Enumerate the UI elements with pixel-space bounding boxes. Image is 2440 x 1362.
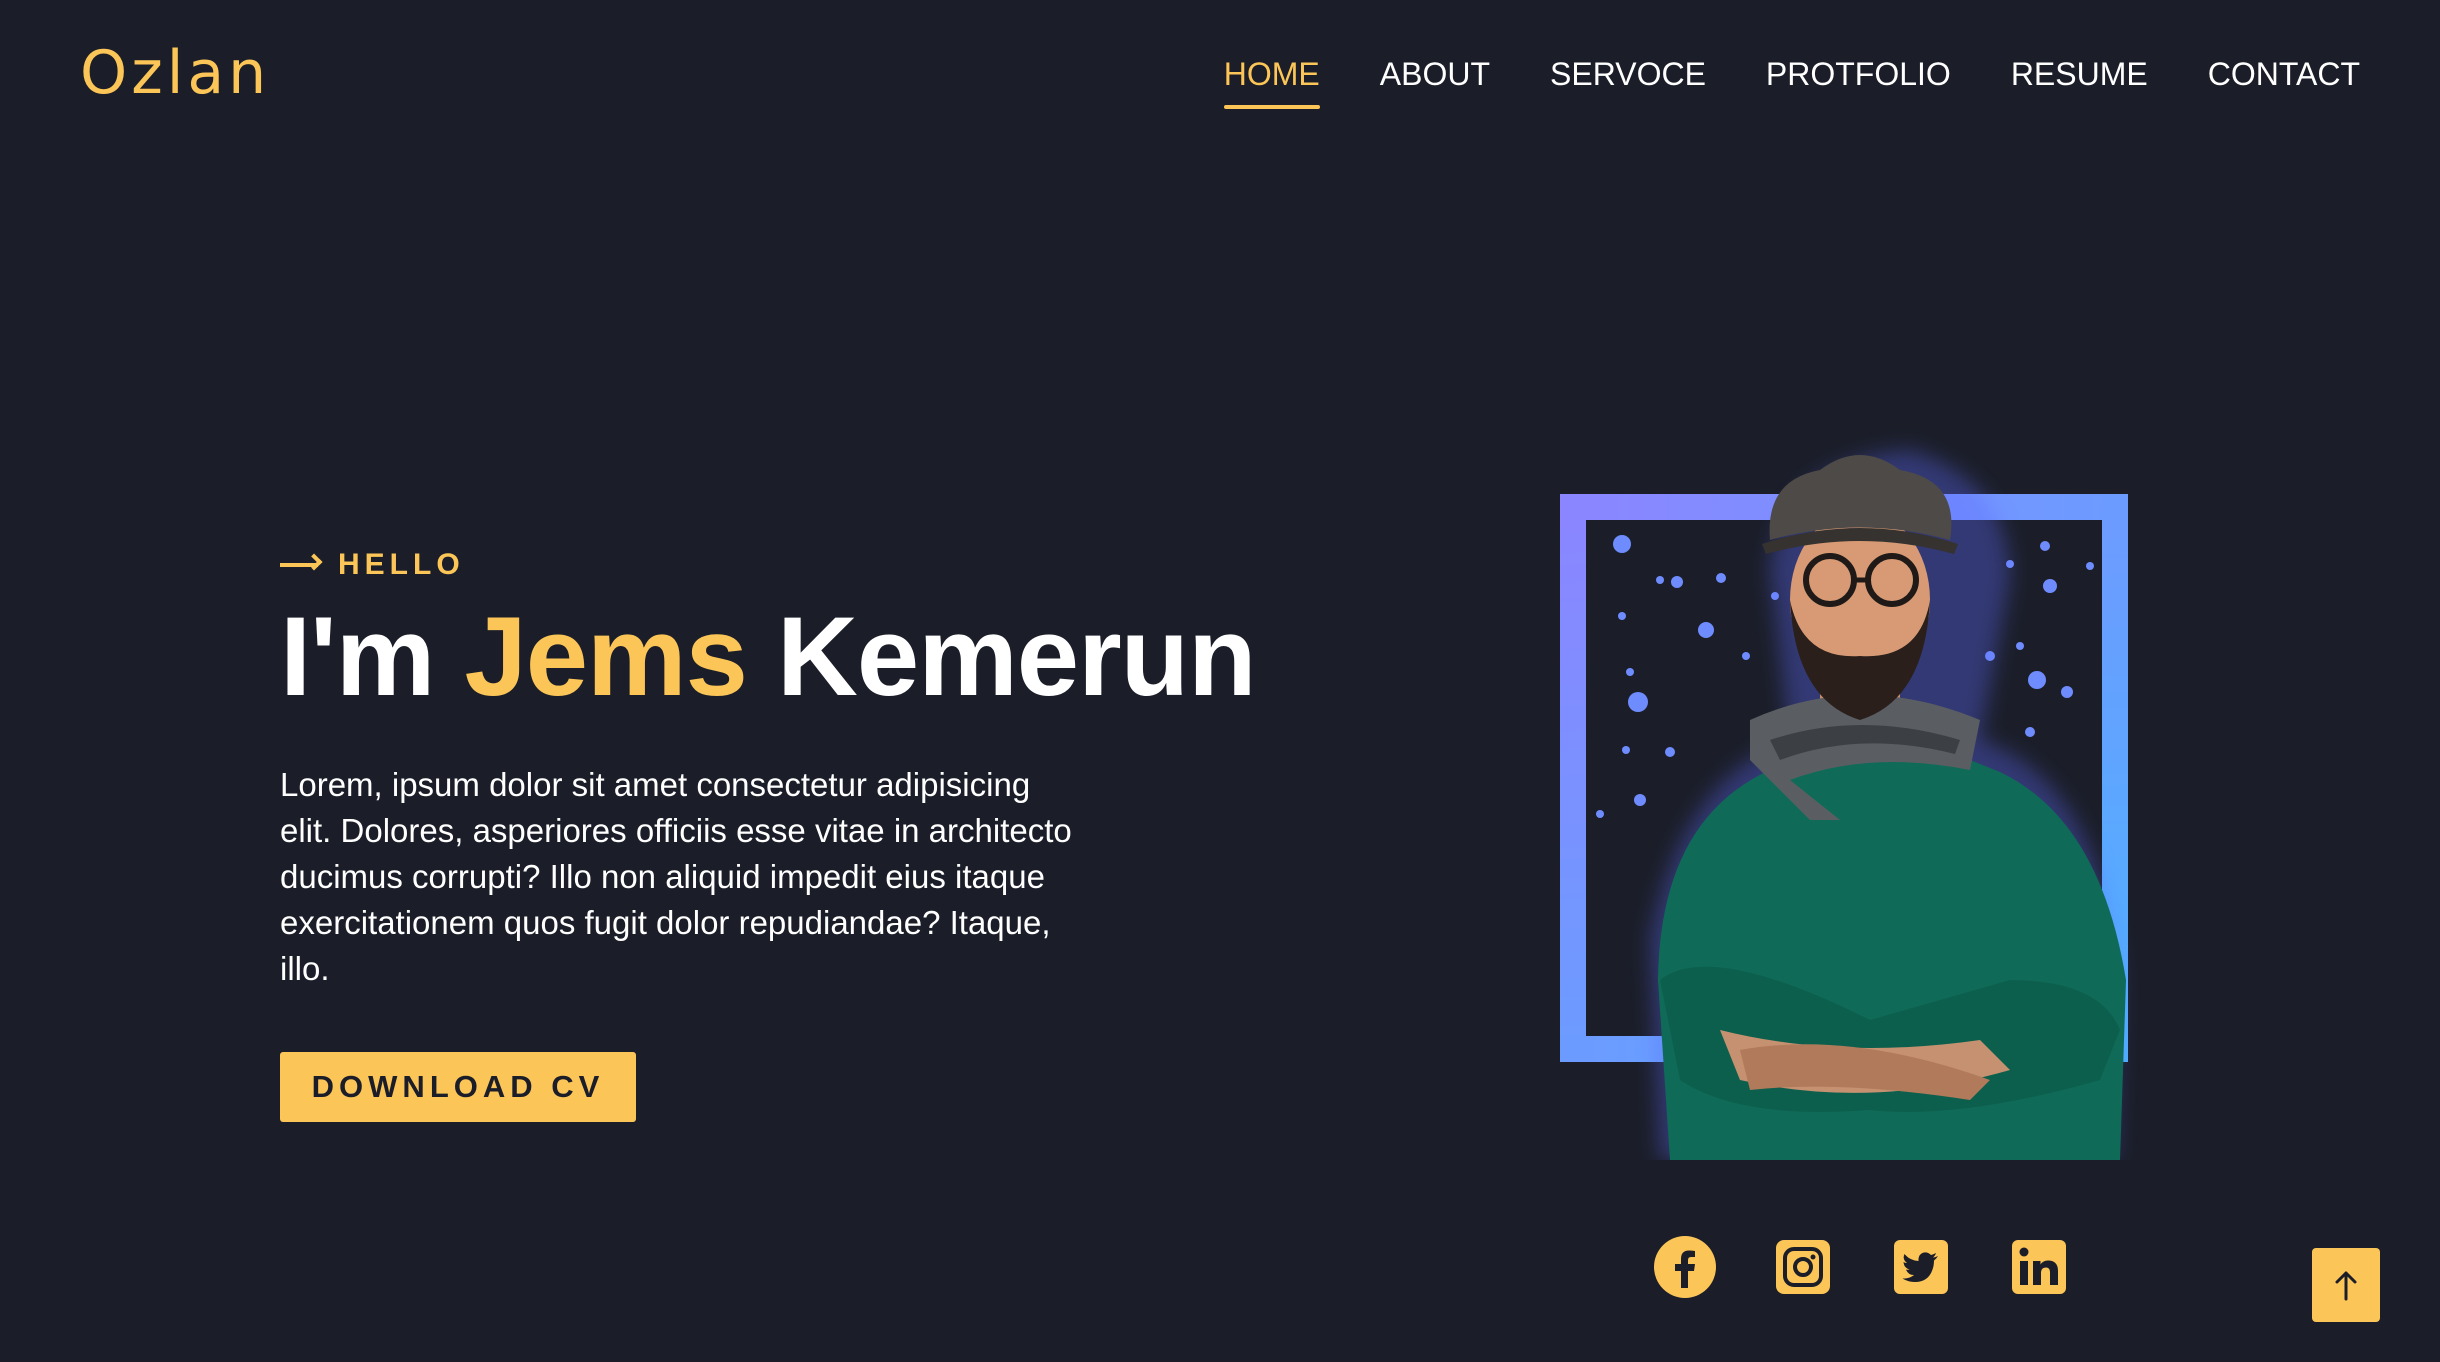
nav-contact[interactable]: CONTACT: [2208, 56, 2360, 109]
arrow-up-icon: [2335, 1271, 2357, 1301]
hero-bio: Lorem, ipsum dolor sit amet consectetur …: [280, 765, 1072, 987]
nav-home[interactable]: HOME: [1223, 56, 1320, 109]
greeting: HELLO: [280, 548, 1280, 582]
nav-portfolio[interactable]: PROTFOLIO: [1766, 56, 1951, 109]
profile-portrait: [1540, 420, 2180, 1160]
greeting-text: HELLO: [338, 548, 465, 581]
name-first: Jems: [464, 594, 747, 719]
hero-section: HELLO I'm Jems Kemerun Lorem, ipsum dolo…: [280, 548, 1280, 1025]
social-links: [1654, 1236, 2070, 1298]
back-to-top-button[interactable]: [2312, 1248, 2380, 1322]
name-last: Kemerun: [746, 594, 1256, 719]
linkedin-icon[interactable]: [2008, 1236, 2070, 1298]
facebook-icon[interactable]: [1654, 1236, 1716, 1298]
download-cv-button[interactable]: DOWNLOAD CV: [280, 1052, 636, 1122]
twitter-icon[interactable]: [1890, 1236, 1952, 1298]
instagram-icon[interactable]: [1772, 1236, 1834, 1298]
portfolio-page: Ozlan HOME ABOUT SERVOCE PROTFOLIO RESUM…: [0, 0, 2440, 1362]
name-prefix: I'm: [280, 594, 465, 719]
nav-about[interactable]: ABOUT: [1380, 56, 1490, 109]
nav-resume[interactable]: RESUME: [2011, 56, 2148, 109]
person-photo: [1650, 450, 2126, 1160]
arrow-right-icon: [280, 563, 318, 567]
site-logo[interactable]: Ozlan: [80, 38, 270, 108]
main-nav: HOME ABOUT SERVOCE PROTFOLIO RESUME CONT…: [1223, 56, 2360, 109]
hero-name: I'm Jems Kemerun: [280, 598, 1280, 716]
nav-service[interactable]: SERVOCE: [1550, 56, 1706, 109]
